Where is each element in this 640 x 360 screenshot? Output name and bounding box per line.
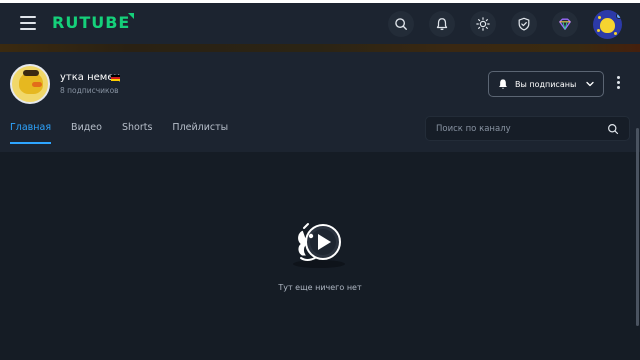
search-icon[interactable] [607,123,619,135]
search-button[interactable] [388,11,414,37]
user-avatar[interactable] [593,10,622,39]
diamond-icon [559,18,571,30]
empty-video-illustration-icon [293,223,345,268]
theme-sun-icon [476,17,490,31]
avatar-star [597,29,600,32]
security-button[interactable] [511,11,537,37]
search-icon [395,18,407,30]
subscriber-count: 8 подписчиков [60,86,119,95]
german-flag-icon [111,75,120,81]
duck-beak [32,82,42,87]
channel-search-input[interactable] [436,123,607,134]
avatar-star [614,32,617,35]
channel-avatar[interactable] [10,64,50,104]
subscribed-button[interactable]: Вы подписаны [488,71,604,97]
premium-button[interactable] [552,11,578,37]
channel-header: утка немец 8 подписчиков Вы подписаны Гл… [0,52,640,152]
chevron-down-icon [586,81,594,87]
theme-toggle-button[interactable] [470,11,496,37]
more-options-icon[interactable] [614,76,622,92]
channel-search [425,116,630,141]
empty-state: Тут еще ничего нет [0,152,640,360]
empty-state-text: Тут еще ничего нет [278,283,362,292]
channel-tabs: Главная Видео Shorts Плейлисты [10,122,248,144]
tab-playlists[interactable]: Плейлисты [172,122,228,144]
subscribed-label: Вы подписаны [515,79,577,89]
tab-home[interactable]: Главная [10,122,52,144]
notification-dot [616,13,622,19]
notifications-button[interactable] [429,11,455,37]
tab-shorts[interactable]: Shorts [122,122,152,144]
avatar-star [598,16,601,19]
menu-icon[interactable] [20,16,36,30]
duck-avatar-image [600,18,615,33]
bell-icon [499,79,507,89]
duck-hat [23,70,39,76]
tab-videos[interactable]: Видео [71,122,102,144]
top-border [0,0,640,3]
rutube-logo[interactable]: RUTUBE [52,13,130,32]
shield-icon [518,17,530,31]
channel-banner [0,44,640,52]
bell-icon [436,18,448,31]
